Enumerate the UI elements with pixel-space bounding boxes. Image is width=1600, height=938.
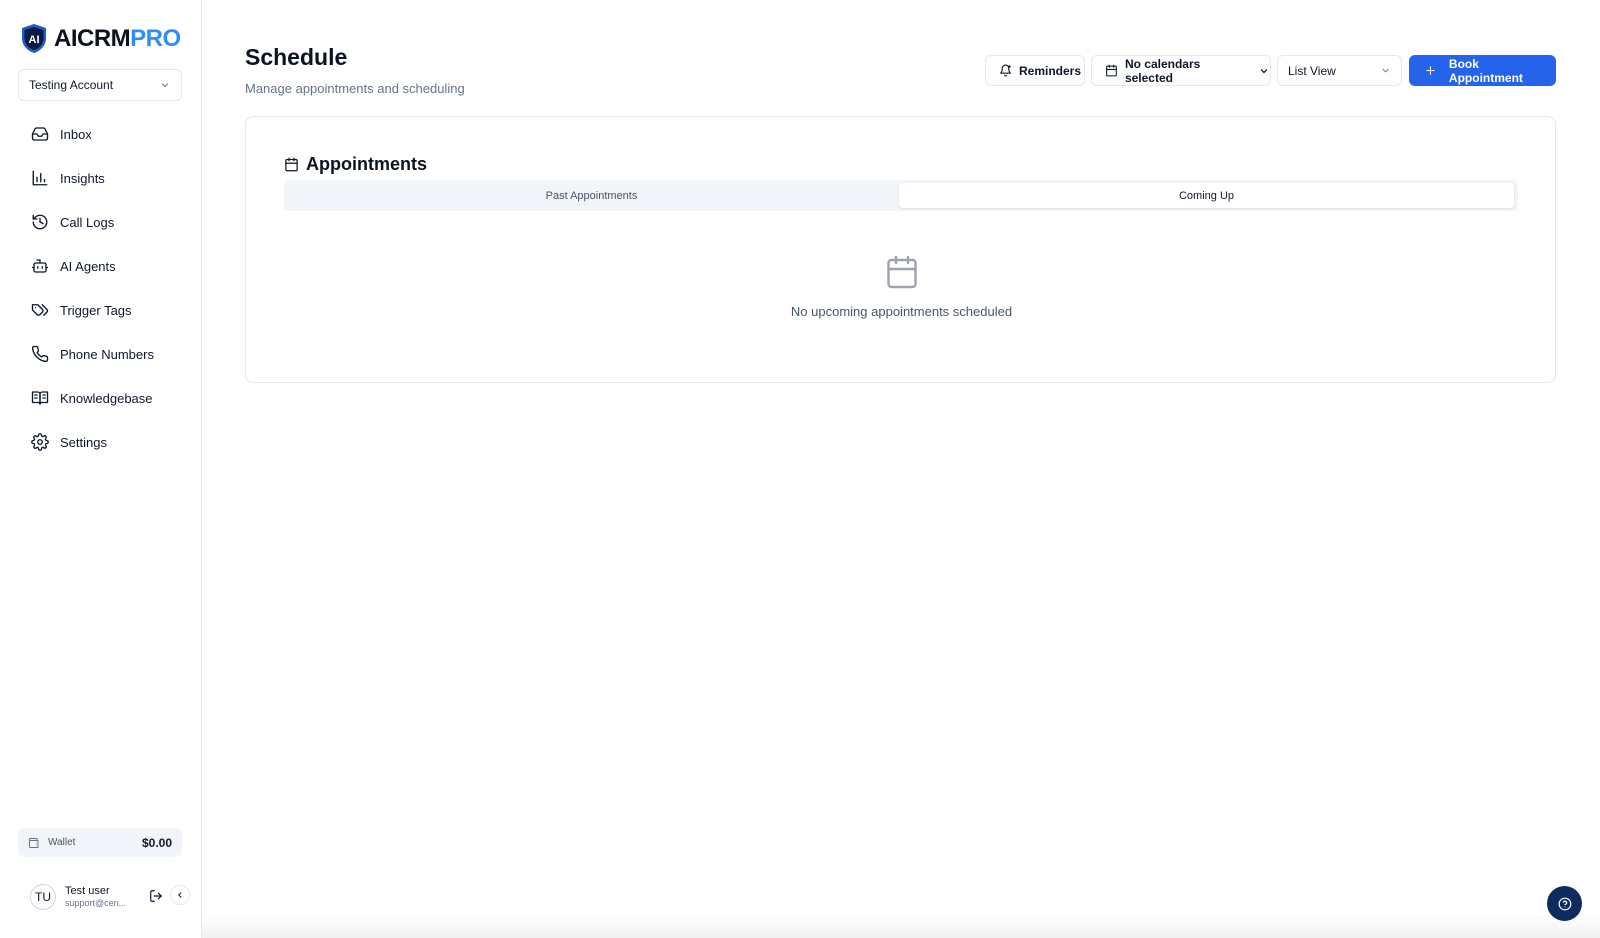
sidebar-item-label: Inbox bbox=[60, 126, 92, 142]
sidebar-item-label: AI Agents bbox=[60, 258, 116, 274]
bottom-fade bbox=[202, 915, 1600, 938]
sidebar: AI AICRMPRO Testing Account Inbox Insigh… bbox=[0, 0, 202, 938]
calendar-icon bbox=[1106, 64, 1117, 77]
calendar-empty-icon bbox=[886, 255, 917, 289]
wallet[interactable]: Wallet $0.00 bbox=[18, 828, 182, 857]
sidebar-item-label: Phone Numbers bbox=[60, 346, 154, 362]
sidebar-item-label: Call Logs bbox=[60, 214, 115, 230]
empty-state: No upcoming appointments scheduled bbox=[246, 254, 1557, 319]
book-appointment-button[interactable]: Book Appointment bbox=[1409, 55, 1556, 86]
user-profile: TU Test user support@cen... bbox=[18, 877, 194, 917]
bar-chart-icon bbox=[32, 170, 48, 186]
sidebar-item-settings[interactable]: Settings bbox=[18, 424, 184, 460]
logout-icon[interactable] bbox=[149, 889, 163, 903]
reminders-label: Reminders bbox=[1019, 63, 1082, 78]
shield-logo-icon: AI bbox=[22, 24, 46, 53]
inbox-icon bbox=[31, 127, 49, 141]
history-icon bbox=[32, 214, 48, 230]
sidebar-item-phone-numbers[interactable]: Phone Numbers bbox=[18, 336, 184, 372]
view-select-value: List View bbox=[1288, 63, 1336, 78]
chevron-down-icon bbox=[1382, 68, 1389, 73]
book-appointment-label: Book Appointment bbox=[1448, 56, 1523, 85]
bell-icon bbox=[1000, 64, 1011, 77]
sidebar-item-trigger-tags[interactable]: Trigger Tags bbox=[18, 292, 184, 328]
wallet-label: Wallet bbox=[48, 837, 76, 848]
wallet-amount: $0.00 bbox=[141, 835, 172, 850]
calendars-label: No calendars selected bbox=[1124, 56, 1201, 85]
sidebar-item-knowledgebase[interactable]: Knowledgebase bbox=[18, 380, 184, 416]
sidebar-item-label: Knowledgebase bbox=[60, 390, 153, 406]
bot-icon bbox=[31, 259, 49, 273]
phone-icon bbox=[31, 345, 49, 363]
shield-text: AI bbox=[29, 34, 40, 46]
sidebar-item-label: Settings bbox=[60, 434, 107, 450]
appointments-card: Appointments Past Appointments Coming Up… bbox=[245, 116, 1556, 383]
account-select[interactable]: Testing Account bbox=[18, 69, 182, 101]
plus-icon bbox=[1426, 66, 1435, 75]
gear-icon bbox=[31, 433, 49, 451]
brand-logo[interactable]: AI AICRMPRO bbox=[20, 23, 181, 54]
chevron-down-icon bbox=[1260, 68, 1268, 73]
sidebar-item-label: Insights bbox=[60, 170, 105, 186]
account-select-value: Testing Account bbox=[29, 78, 114, 92]
page-title: Schedule bbox=[245, 44, 348, 70]
sidebar-item-call-logs[interactable]: Call Logs bbox=[18, 204, 184, 240]
user-name: Test user bbox=[65, 885, 110, 897]
tab-past-appointments[interactable]: Past Appointments bbox=[287, 183, 896, 208]
avatar[interactable]: TU bbox=[30, 884, 56, 910]
sidebar-item-inbox[interactable]: Inbox bbox=[18, 116, 184, 152]
view-select[interactable]: List View bbox=[1277, 55, 1402, 86]
book-icon bbox=[31, 391, 49, 405]
tags-icon bbox=[31, 304, 49, 316]
page-subtitle: Manage appointments and scheduling bbox=[245, 81, 465, 96]
tab-coming-up[interactable]: Coming Up bbox=[899, 183, 1514, 208]
chevron-left-icon bbox=[178, 892, 182, 898]
empty-state-text: No upcoming appointments scheduled bbox=[790, 304, 1013, 319]
calendars-select[interactable]: No calendars selected bbox=[1091, 55, 1271, 86]
collapse-sidebar-button[interactable] bbox=[170, 885, 190, 905]
brand-name: AICRMPRO bbox=[54, 24, 181, 52]
calendar-icon bbox=[285, 157, 298, 172]
reminders-button[interactable]: Reminders bbox=[985, 55, 1085, 86]
sidebar-nav: Inbox Insights Call Logs AI Agents Trigg… bbox=[18, 116, 184, 468]
sidebar-item-ai-agents[interactable]: AI Agents bbox=[18, 248, 184, 284]
chevron-down-icon bbox=[161, 83, 169, 88]
wallet-icon bbox=[29, 837, 39, 848]
help-circle-icon bbox=[1558, 897, 1571, 910]
appointments-title-text: Appointments bbox=[306, 154, 427, 174]
sidebar-item-label: Trigger Tags bbox=[60, 302, 132, 318]
sidebar-item-insights[interactable]: Insights bbox=[18, 160, 184, 196]
user-email: support@cen... bbox=[65, 898, 127, 909]
appointments-title: Appointments bbox=[284, 154, 427, 175]
appointments-tabs: Past Appointments Coming Up bbox=[284, 180, 1518, 211]
help-button[interactable] bbox=[1547, 886, 1582, 921]
